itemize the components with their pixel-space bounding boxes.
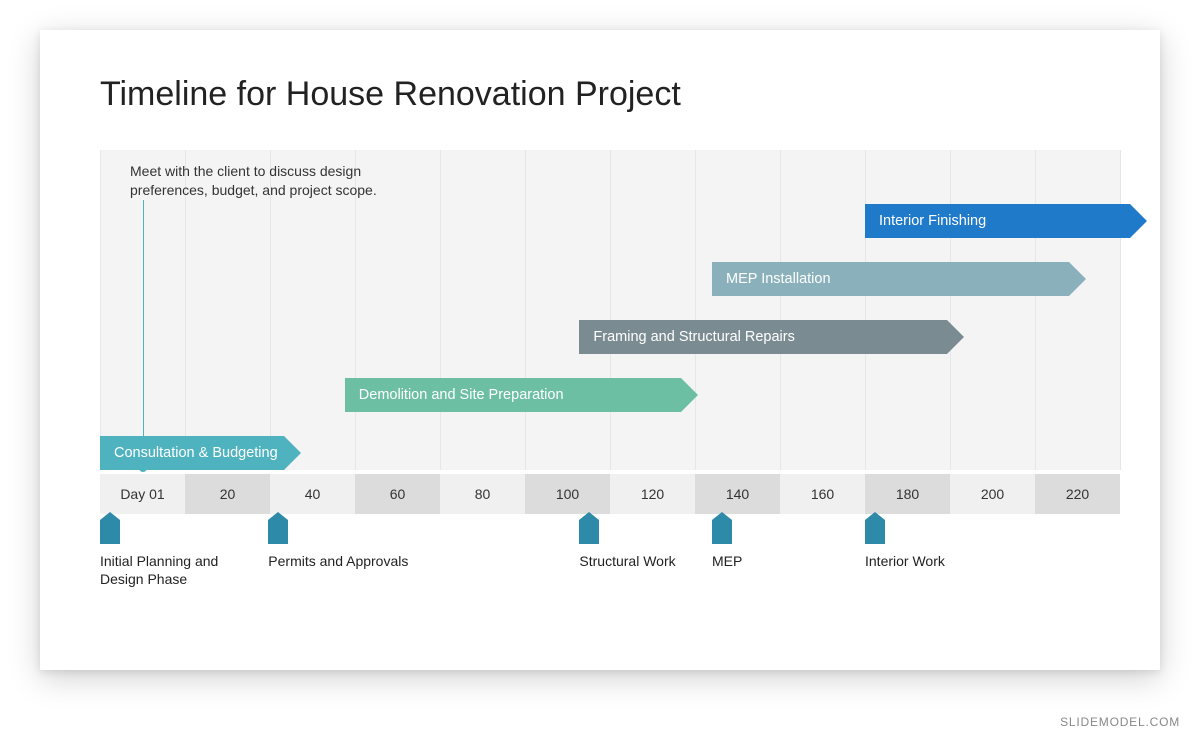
axis-cell: 200 xyxy=(950,474,1035,514)
gantt-bar: Consultation & Budgeting xyxy=(100,436,284,470)
milestone-marker-icon xyxy=(579,520,599,544)
milestone-marker-icon xyxy=(100,520,120,544)
time-axis: Day 0120406080100120140160180200220 xyxy=(100,474,1120,514)
slide-title: Timeline for House Renovation Project xyxy=(100,75,681,114)
gantt-bar-label: MEP Installation xyxy=(726,271,831,287)
axis-cell: 120 xyxy=(610,474,695,514)
gantt-bar-label: Interior Finishing xyxy=(879,213,986,229)
gantt-bar-label: Framing and Structural Repairs xyxy=(593,329,794,345)
axis-cell: 160 xyxy=(780,474,865,514)
axis-cell: 40 xyxy=(270,474,355,514)
watermark: SLIDEMODEL.COM xyxy=(1060,715,1180,729)
axis-cell: 220 xyxy=(1035,474,1120,514)
milestone-label: MEP xyxy=(712,552,872,570)
gantt-bar-label: Consultation & Budgeting xyxy=(114,445,278,461)
milestone: MEP xyxy=(712,520,872,570)
milestone: Initial Planning and Design Phase xyxy=(100,520,260,588)
axis-cell: 60 xyxy=(355,474,440,514)
milestones-row: Initial Planning and Design Phase Permits… xyxy=(100,520,1120,620)
gantt-bar: MEP Installation xyxy=(712,262,1069,296)
axis-cell: 80 xyxy=(440,474,525,514)
axis-cell: Day 01 xyxy=(100,474,185,514)
axis-cell: 100 xyxy=(525,474,610,514)
slide: Timeline for House Renovation Project Me… xyxy=(40,30,1160,670)
annotation-text: Meet with the client to discuss design p… xyxy=(130,162,430,200)
milestone-label: Initial Planning and Design Phase xyxy=(100,552,260,588)
gantt-bar-label: Demolition and Site Preparation xyxy=(359,387,564,403)
milestone-marker-icon xyxy=(865,520,885,544)
axis-cell: 140 xyxy=(695,474,780,514)
milestone-label: Permits and Approvals xyxy=(268,552,428,570)
annotation-connector xyxy=(143,200,144,468)
axis-cell: 180 xyxy=(865,474,950,514)
gantt-chart: Meet with the client to discuss design p… xyxy=(100,150,1120,470)
milestone-marker-icon xyxy=(268,520,288,544)
gantt-bar: Interior Finishing xyxy=(865,204,1130,238)
milestone-label: Interior Work xyxy=(865,552,1025,570)
milestone: Interior Work xyxy=(865,520,1025,570)
axis-cell: 20 xyxy=(185,474,270,514)
milestone-marker-icon xyxy=(712,520,732,544)
gantt-bar: Framing and Structural Repairs xyxy=(579,320,946,354)
milestone: Permits and Approvals xyxy=(268,520,428,570)
gantt-bar: Demolition and Site Preparation xyxy=(345,378,682,412)
